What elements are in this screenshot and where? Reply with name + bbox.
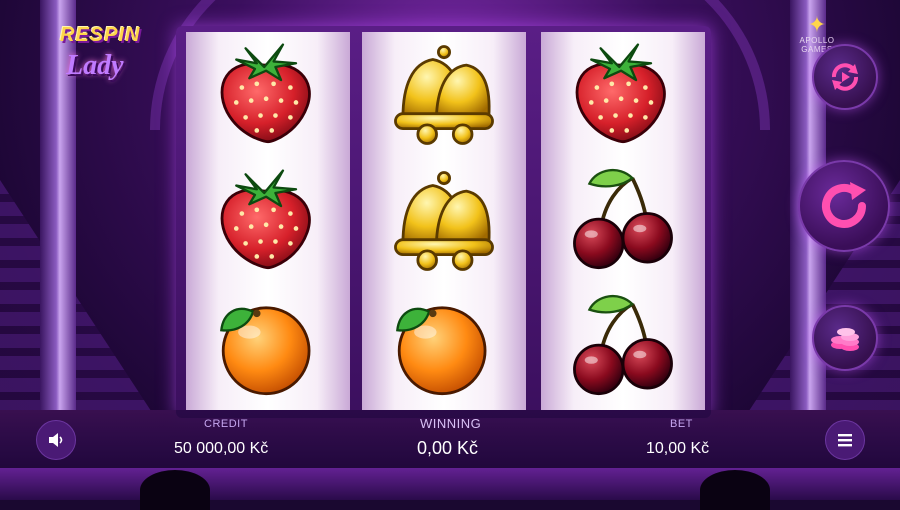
star-icon: ✦ [807,12,827,37]
strawberry-icon [220,43,311,144]
credit-label: CREDIT [204,418,248,430]
logo-line-1: RESPIN [60,24,141,46]
bells-icon [394,171,494,271]
winning-value: 0,00 Kč [417,438,479,458]
menu-icon [838,434,852,447]
cherries-icon [572,294,674,396]
spin-button[interactable] [798,160,890,252]
stage-light [140,470,210,510]
reel-3 [541,32,705,410]
sound-button[interactable] [36,420,76,460]
spin-icon [822,182,866,228]
stage-light [700,470,770,510]
winning-label: WINNING [420,416,482,431]
reel-1 [186,32,350,410]
logo-line-2: Lady [66,50,124,81]
coins-icon [831,328,859,351]
credit-value: 50 000,00 Kč [174,440,269,457]
bet-value: 10,00 Kč [646,440,710,457]
speaker-icon [49,433,63,447]
game-logo: RESPIN Lady [50,18,160,88]
orange-icon [219,306,311,396]
orange-icon [395,306,487,396]
autoplay-icon [832,63,858,91]
bet-button[interactable] [812,305,878,371]
bells-icon [394,45,494,145]
menu-button[interactable] [825,420,865,460]
autoplay-button[interactable] [812,44,878,110]
strawberry-icon [220,169,311,270]
strawberry-icon [575,43,666,144]
bet-label: BET [670,418,693,430]
cherries-icon [572,168,674,270]
left-staircase [0,180,170,440]
reel-2 [362,32,526,410]
